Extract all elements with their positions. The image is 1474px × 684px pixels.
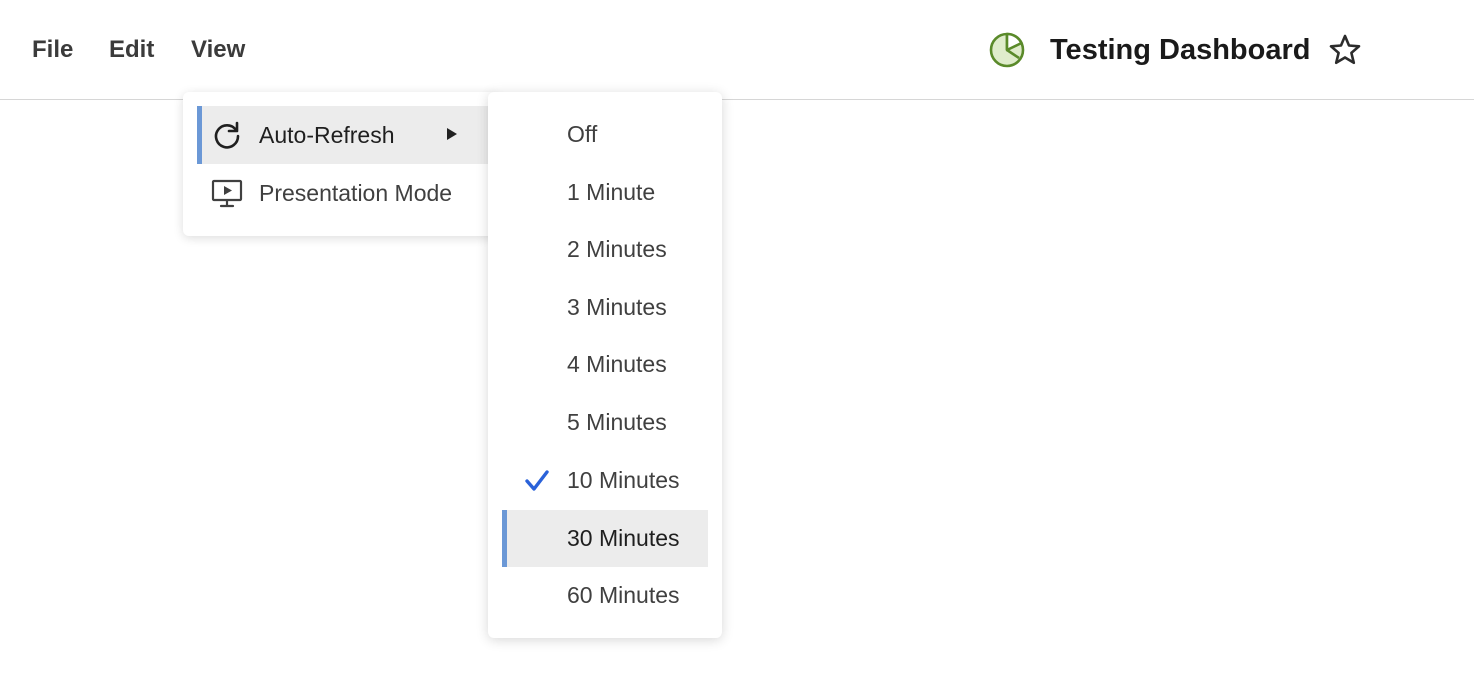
submenu-arrow-icon — [447, 128, 457, 140]
pie-chart-icon — [989, 32, 1025, 68]
option-label: 3 Minutes — [567, 294, 667, 320]
option-label: 5 Minutes — [567, 409, 667, 435]
presentation-monitor-icon — [211, 179, 243, 208]
menu-item-label: Auto-Refresh — [259, 121, 395, 148]
refresh-option-60-minutes[interactable]: 60 Minutes — [502, 567, 708, 624]
refresh-option-1-minute[interactable]: 1 Minute — [502, 164, 708, 221]
refresh-option-10-minutes[interactable]: 10 Minutes — [502, 452, 708, 509]
option-label: 2 Minutes — [567, 236, 667, 262]
option-label: 60 Minutes — [567, 582, 680, 608]
menu-item-label: Presentation Mode — [259, 179, 453, 206]
refresh-icon — [214, 121, 240, 149]
view-dropdown-menu: Auto-Refresh Presentation Mode — [183, 92, 498, 236]
menu-view[interactable]: View — [191, 33, 245, 67]
menu-file[interactable]: File — [32, 33, 73, 67]
dashboard-header: Testing Dashboard — [988, 30, 1362, 70]
dashboard-title: Testing Dashboard — [1050, 34, 1311, 66]
option-label: 10 Minutes — [567, 467, 680, 493]
menu-item-auto-refresh[interactable]: Auto-Refresh — [197, 106, 489, 164]
refresh-option-30-minutes[interactable]: 30 Minutes — [502, 510, 708, 567]
refresh-option-4-minutes[interactable]: 4 Minutes — [502, 336, 708, 393]
auto-refresh-submenu: Off 1 Minute 2 Minutes 3 Minutes 4 Minut… — [488, 92, 722, 638]
star-outline-icon[interactable] — [1328, 33, 1362, 67]
app-window: File Edit View Testing Dashboard Auto-Re… — [0, 0, 1474, 684]
refresh-option-2-minutes[interactable]: 2 Minutes — [502, 221, 708, 278]
option-label: 1 Minute — [567, 179, 656, 205]
option-label: Off — [567, 121, 598, 147]
menu-item-presentation-mode[interactable]: Presentation Mode — [197, 164, 489, 222]
refresh-option-5-minutes[interactable]: 5 Minutes — [502, 394, 708, 451]
refresh-option-3-minutes[interactable]: 3 Minutes — [502, 279, 708, 336]
top-menu-bar: File Edit View Testing Dashboard — [0, 0, 1474, 100]
checkmark-icon — [525, 470, 549, 491]
option-label: 30 Minutes — [567, 525, 680, 551]
refresh-option-off[interactable]: Off — [502, 106, 708, 163]
menu-edit[interactable]: Edit — [109, 33, 154, 67]
option-label: 4 Minutes — [567, 351, 667, 377]
